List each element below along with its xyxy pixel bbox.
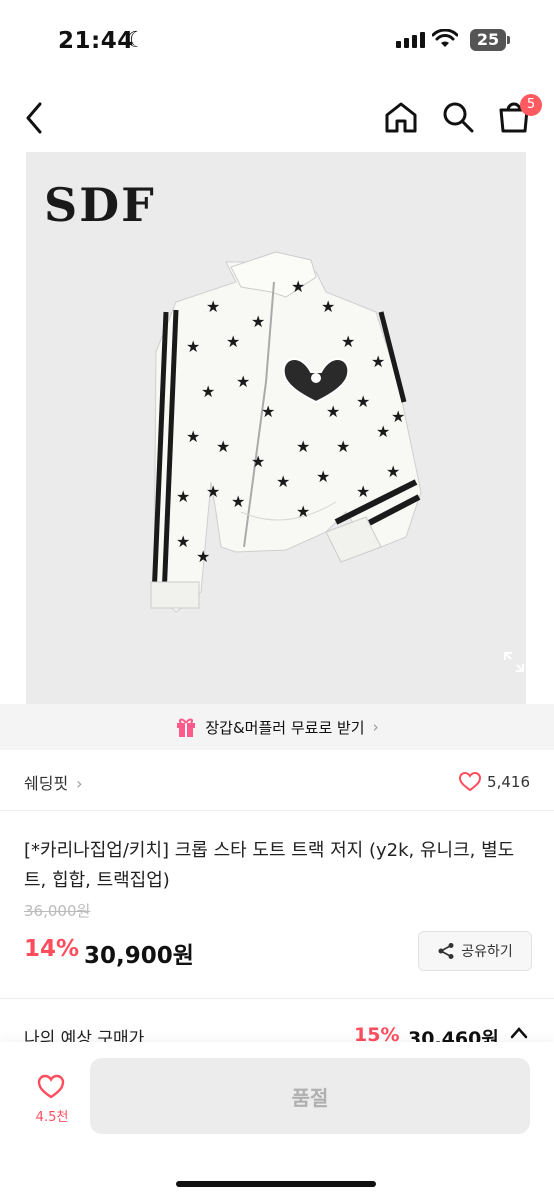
svg-text:★: ★ [296, 437, 310, 456]
svg-text:★: ★ [196, 547, 210, 566]
original-price: 36,000원 [24, 902, 91, 920]
svg-text:★: ★ [316, 467, 330, 486]
store-likes-count: 5,416 [487, 773, 530, 791]
svg-text:★: ★ [326, 402, 340, 421]
svg-text:★: ★ [261, 402, 275, 421]
svg-text:★: ★ [386, 462, 400, 481]
svg-text:★: ★ [201, 382, 215, 401]
product-image[interactable]: ★ ★ ★ ★ ★ ★ ★ ★ ★ ★ ★ ★ ★ ★ ★ ★ ★ ★ ★ ★ ★ ★ ★ ★ ★ ★ ★ ★ ★ ★ [26, 152, 526, 704]
promo-banner[interactable]: 장갑&머플러 무료로 받기 › [0, 704, 554, 750]
heart-icon[interactable] [30, 1072, 72, 1100]
svg-text:★: ★ [176, 487, 190, 506]
store-link[interactable]: 쉐딩핏 › [24, 770, 83, 794]
svg-text:★: ★ [296, 502, 310, 521]
wifi-icon [432, 29, 458, 47]
signal-icon [396, 32, 425, 48]
svg-text:★: ★ [251, 452, 265, 471]
store-like-button[interactable]: 5,416 [459, 772, 530, 792]
svg-text:★: ★ [186, 427, 200, 446]
share-label: 공유하기 [461, 944, 513, 960]
back-icon[interactable] [22, 98, 46, 138]
brand-logo: SDF [44, 178, 156, 232]
svg-text:★: ★ [251, 312, 265, 331]
expand-icon[interactable] [502, 650, 526, 674]
svg-text:★: ★ [336, 437, 350, 456]
promo-text: 장갑&머플러 무료로 받기 [205, 718, 365, 737]
store-row: 쉐딩핏 › 5,416 [24, 762, 530, 802]
svg-text:★: ★ [206, 297, 220, 316]
home-indicator [176, 1181, 376, 1187]
svg-text:★: ★ [186, 337, 200, 356]
svg-text:★: ★ [231, 492, 245, 511]
share-button[interactable]: 공유하기 [418, 931, 532, 971]
moon-icon: ☾ [126, 28, 146, 53]
gift-icon [177, 718, 196, 737]
svg-text:★: ★ [321, 297, 335, 316]
heart-icon [459, 772, 482, 792]
chevron-up-icon[interactable] [510, 1026, 528, 1040]
svg-text:★: ★ [356, 482, 370, 501]
svg-text:★: ★ [376, 422, 390, 441]
store-name: 쉐딩핏 [24, 774, 69, 793]
status-bar: 21:44 ☾ 25 [0, 0, 554, 80]
svg-text:★: ★ [176, 532, 190, 551]
jacket-illustration: ★ ★ ★ ★ ★ ★ ★ ★ ★ ★ ★ ★ ★ ★ ★ ★ ★ ★ ★ ★ ★ ★ ★ ★ ★ ★ ★ ★ ★ ★ [150, 251, 422, 613]
svg-text:★: ★ [206, 482, 220, 501]
chevron-right-icon: › [76, 774, 83, 793]
sale-price: 30,900원 [84, 943, 194, 969]
home-icon[interactable] [383, 100, 419, 134]
svg-text:★: ★ [236, 372, 250, 391]
status-time: 21:44 [58, 28, 134, 54]
chevron-right-icon: › [372, 718, 379, 736]
svg-text:★: ★ [291, 277, 305, 296]
svg-text:★: ★ [216, 437, 230, 456]
svg-text:★: ★ [356, 392, 370, 411]
search-icon[interactable] [440, 100, 476, 134]
discount-rate: 14% [24, 936, 80, 962]
battery-icon: 25 [470, 29, 506, 51]
share-icon [438, 943, 454, 959]
svg-text:★: ★ [391, 407, 405, 426]
cart-count-badge: 5 [520, 94, 542, 116]
battery-nub [507, 36, 510, 44]
wish-count: 4.5천 [35, 1110, 69, 1125]
divider [0, 810, 554, 811]
soldout-button[interactable]: 품절 [90, 1058, 530, 1134]
svg-text:★: ★ [276, 472, 290, 491]
svg-text:★: ★ [371, 352, 385, 371]
svg-text:★: ★ [226, 332, 240, 351]
svg-text:★: ★ [341, 332, 355, 351]
product-title: [*카리나집업/키치] 크롭 스타 도트 트랙 저지 (y2k, 유니크, 별도… [24, 840, 515, 891]
divider [0, 998, 554, 999]
